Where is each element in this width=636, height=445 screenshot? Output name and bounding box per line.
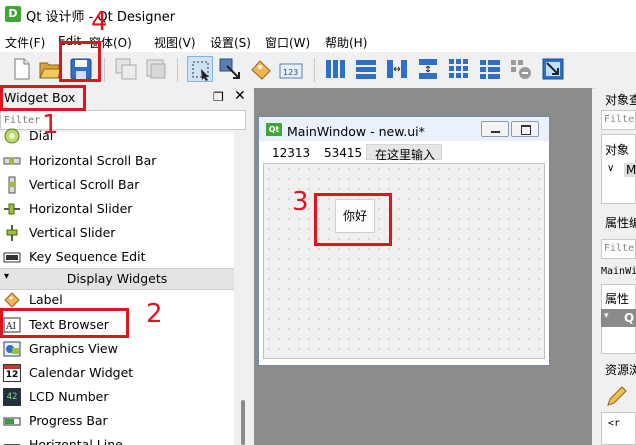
form-title: MainWindow - new.ui*	[287, 124, 425, 139]
maximize-icon[interactable]	[511, 121, 539, 137]
object-tree-item[interactable]: M	[624, 163, 636, 177]
label-icon	[3, 291, 21, 309]
widget-item-key-sequence-edit[interactable]: Key Sequence Edit	[0, 245, 234, 269]
layout-form-icon[interactable]	[477, 56, 503, 82]
new-file-icon[interactable]	[8, 56, 34, 82]
form-menu-item-1[interactable]: 12313	[272, 146, 310, 160]
qt-logo-icon: Qt	[266, 123, 282, 136]
layout-grid-icon[interactable]	[446, 56, 472, 82]
annotation-number-2: 2	[146, 299, 163, 329]
key-sequence-edit-icon	[3, 248, 21, 266]
toolbar-separator	[177, 58, 178, 82]
property-group-label: Q	[624, 311, 635, 325]
menu-view[interactable]: 视图(V)	[154, 34, 196, 51]
lcd-glyph: 42	[6, 392, 18, 402]
edit-resources-icon[interactable]	[604, 385, 628, 409]
annotation-box-1	[0, 85, 86, 111]
calendar-glyph: 12	[5, 370, 19, 380]
type-here-label: 在这里输入	[375, 148, 436, 162]
copy-icon[interactable]	[113, 56, 139, 82]
toolbar-separator	[104, 58, 105, 82]
annotation-number-3: 3	[292, 187, 309, 217]
widget-item-label: Progress Bar	[29, 413, 108, 428]
toolbar-separator	[314, 58, 315, 82]
paste-icon[interactable]	[143, 56, 169, 82]
horizontal-scroll-bar-icon	[3, 152, 21, 170]
property-class-name: MainWi	[601, 266, 636, 277]
dial-icon	[3, 127, 21, 145]
calendar-widget-icon: 12	[3, 364, 21, 382]
widget-box-scrollbar[interactable]	[235, 132, 250, 445]
widget-item-vertical-slider[interactable]: Vertical Slider	[0, 221, 234, 245]
lcd-number-icon: 42	[3, 388, 21, 406]
edit-buddies-icon[interactable]	[248, 56, 274, 82]
horizontal-line-icon	[3, 436, 21, 445]
property-column-header: 属性	[605, 292, 630, 306]
annotation-box-4	[59, 41, 101, 82]
object-inspector-title: 对象查	[605, 93, 636, 107]
minimize-icon[interactable]	[481, 121, 509, 137]
resource-browser-title: 资源浏	[605, 363, 636, 377]
annotation-box-3	[314, 193, 392, 246]
widget-item-label: Horizontal Line	[29, 437, 123, 445]
layout-vertical-icon[interactable]	[353, 56, 379, 82]
progress-bar-icon	[3, 412, 21, 430]
widget-item-label: Horizontal Scroll Bar	[29, 153, 157, 168]
menu-file[interactable]: 文件(F)	[5, 34, 45, 51]
annotation-number-4: 4	[91, 7, 108, 37]
object-inspector-filter[interactable]: Filte	[601, 110, 636, 130]
chevron-down-icon[interactable]: ∨	[607, 163, 614, 174]
menu-settings[interactable]: 设置(S)	[210, 34, 251, 51]
vertical-slider-icon	[3, 224, 21, 242]
break-layout-icon[interactable]	[508, 56, 534, 82]
widget-item-label: Calendar Widget	[29, 365, 134, 380]
property-editor-title: 属性编	[605, 216, 636, 230]
layout-horizontal-icon[interactable]	[323, 56, 349, 82]
svg-text:123: 123	[283, 68, 298, 77]
widget-item-label: Label	[29, 292, 63, 307]
widget-item-calendar-widget[interactable]: 12 Calendar Widget	[0, 361, 234, 385]
widget-item-progress-bar[interactable]: Progress Bar	[0, 409, 234, 433]
widget-item-label: Vertical Slider	[29, 225, 116, 240]
property-editor-filter[interactable]: Filte	[601, 239, 636, 259]
widget-item-label: Graphics View	[29, 341, 118, 356]
annotation-number-1: 1	[42, 110, 59, 140]
category-label: Display Widgets	[66, 271, 168, 286]
widget-item-graphics-view[interactable]: Graphics View	[0, 337, 234, 361]
layout-vertical-splitter-icon[interactable]	[415, 56, 441, 82]
adjust-size-icon[interactable]	[540, 56, 566, 82]
menu-window[interactable]: 窗口(W)	[265, 34, 310, 51]
float-icon[interactable]: ❐	[213, 90, 224, 104]
horizontal-slider-icon	[3, 200, 21, 218]
widget-item-dial[interactable]: Dial	[0, 124, 234, 148]
resource-item: <r	[608, 418, 621, 429]
object-column-header: 对象	[605, 143, 630, 157]
qt-designer-app-icon: D	[5, 6, 21, 22]
form-menu-item-2[interactable]: 53415	[324, 146, 362, 160]
widget-item-horizontal-line[interactable]: Horizontal Line	[0, 433, 234, 445]
widget-item-horizontal-scroll-bar[interactable]: Horizontal Scroll Bar	[0, 149, 234, 173]
edit-signals-slots-icon[interactable]	[217, 56, 243, 82]
close-icon[interactable]: ✕	[234, 88, 246, 104]
graphics-view-icon	[3, 340, 21, 358]
widget-item-label: Horizontal Slider	[29, 201, 133, 216]
edit-widgets-icon[interactable]	[187, 56, 213, 82]
widget-item-lcd-number[interactable]: 42 LCD Number	[0, 385, 234, 409]
edit-tab-order-icon[interactable]: 123	[278, 56, 304, 82]
scrollbar-thumb[interactable]	[241, 400, 245, 445]
annotation-box-2	[0, 308, 129, 338]
widget-item-horizontal-slider[interactable]: Horizontal Slider	[0, 197, 234, 221]
widget-item-label: Vertical Scroll Bar	[29, 177, 140, 192]
widget-item-vertical-scroll-bar[interactable]: Vertical Scroll Bar	[0, 173, 234, 197]
menu-help[interactable]: 帮助(H)	[325, 34, 367, 51]
layout-horizontal-splitter-icon[interactable]	[384, 56, 410, 82]
widget-item-label: Key Sequence Edit	[29, 249, 146, 264]
vertical-scroll-bar-icon	[3, 176, 21, 194]
widget-item-label: LCD Number	[29, 389, 109, 404]
chevron-down-icon[interactable]: ▾	[604, 311, 609, 321]
